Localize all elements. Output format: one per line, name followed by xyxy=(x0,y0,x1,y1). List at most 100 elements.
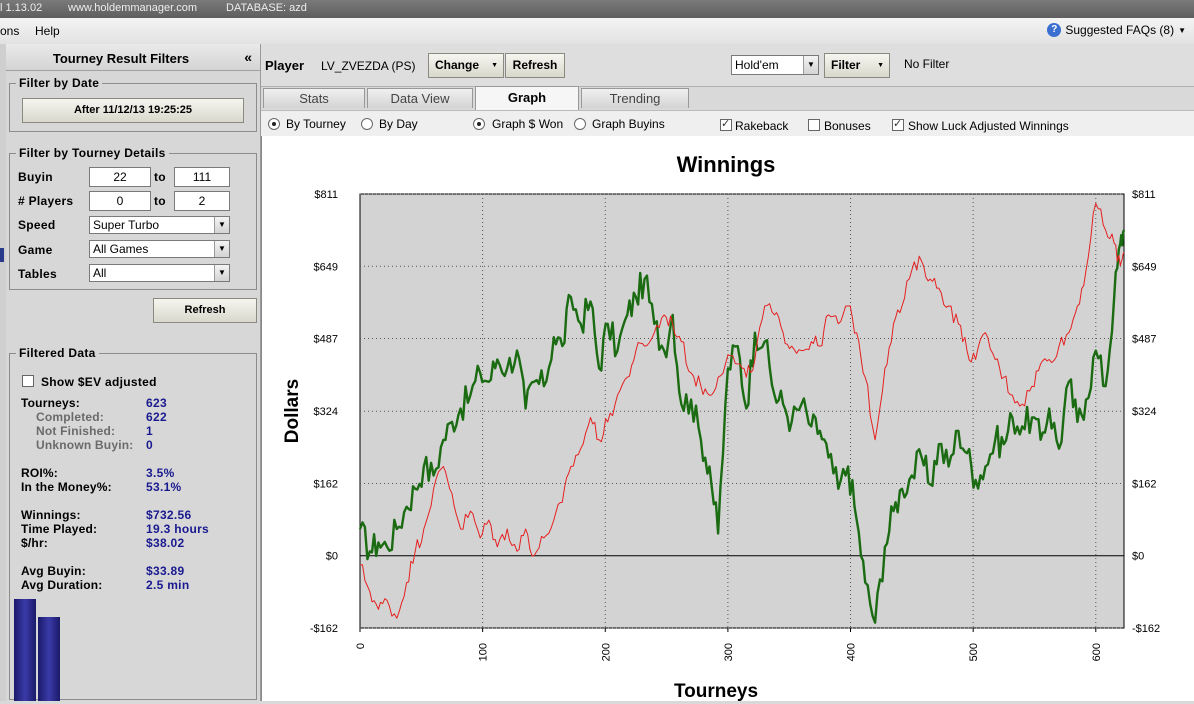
players-from-input[interactable]: 0 xyxy=(89,191,151,211)
game-type-select[interactable]: Hold'em ▼ xyxy=(731,55,819,75)
y-tick-label-left: $162 xyxy=(314,478,338,490)
refresh-player-button[interactable]: Refresh xyxy=(505,53,565,78)
stat-label: $/hr: xyxy=(21,536,49,550)
y-tick-label-right: $324 xyxy=(1132,406,1156,418)
stat-label: Completed: xyxy=(36,410,104,424)
graph-buyins-label: Graph Buyins xyxy=(592,117,665,131)
show-ev-label: Show $EV adjusted xyxy=(41,375,157,389)
bonuses-checkbox[interactable] xyxy=(808,119,820,131)
stat-value: 53.1% xyxy=(146,480,182,494)
chevron-down-icon: ▼ xyxy=(1178,25,1186,35)
chevron-down-icon: ▼ xyxy=(877,62,884,69)
stat-value: 623 xyxy=(146,396,167,410)
tables-label: Tables xyxy=(18,267,57,281)
by-day-radio[interactable] xyxy=(361,118,373,130)
player-bar: Player LV_ZVEZDA (PS) Change ▼ Refresh H… xyxy=(261,44,1194,87)
buyin-from-input[interactable]: 22 xyxy=(89,167,151,187)
stat-label: Time Played: xyxy=(21,522,98,536)
stat-value: $33.89 xyxy=(146,564,185,578)
filter-button[interactable]: Filter ▼ xyxy=(824,53,890,78)
rakeback-checkbox[interactable] xyxy=(720,117,732,131)
y-axis-label: Dollars xyxy=(282,379,303,443)
show-ev-checkbox[interactable] xyxy=(22,375,34,387)
stat-value: $38.02 xyxy=(146,536,185,550)
rakeback-label: Rakeback xyxy=(735,119,789,133)
by-tourney-label: By Tourney xyxy=(286,117,346,131)
tab-data-view[interactable]: Data View xyxy=(367,88,473,108)
stat-label: Tourneys: xyxy=(21,396,80,410)
buyin-to-input[interactable]: 111 xyxy=(174,167,230,187)
graph-won-radio[interactable] xyxy=(473,118,485,130)
date-filter-button[interactable]: After 11/12/13 19:25:25 xyxy=(22,98,244,123)
x-tick-label: 400 xyxy=(846,643,858,661)
y-tick-label-right: $487 xyxy=(1132,334,1156,346)
menu-item-options[interactable]: ons xyxy=(0,24,19,38)
bonuses-label: Bonuses xyxy=(824,119,871,133)
y-tick-label-left: $0 xyxy=(326,551,338,563)
by-day-label: By Day xyxy=(379,117,418,131)
filtered-data-legend: Filtered Data xyxy=(19,346,96,360)
graph-buyins-radio[interactable] xyxy=(574,118,586,130)
graph-panel: Winnings Tourneys Dollars -$162 -$162 $0 $0… xyxy=(261,136,1194,702)
winnings-chart: Winnings Tourneys Dollars -$162 -$162 $0 $0… xyxy=(282,152,1160,702)
refresh-filters-button[interactable]: Refresh xyxy=(153,298,257,323)
graph-won-label: Graph $ Won xyxy=(492,117,564,131)
by-tourney-radio[interactable] xyxy=(268,118,280,130)
game-select[interactable]: All Games ▼ xyxy=(89,240,230,258)
chevron-down-icon: ▼ xyxy=(491,62,498,69)
x-tick-label: 500 xyxy=(968,643,980,661)
stat-value: 622 xyxy=(146,410,167,424)
x-tick-label: 100 xyxy=(478,643,490,661)
stat-label: Avg Buyin: xyxy=(21,564,86,578)
mini-bar xyxy=(38,617,60,701)
menu-item-help[interactable]: Help xyxy=(35,24,60,38)
panel-title: Tourney Result Filters xyxy=(52,51,190,66)
x-tick-label: 600 xyxy=(1091,643,1103,661)
database-label: DATABASE: azd xyxy=(226,2,307,14)
tab-trending[interactable]: Trending xyxy=(581,88,689,108)
stat-value: 0 xyxy=(146,438,153,452)
x-tick-label: 0 xyxy=(355,643,367,649)
show-luck-checkbox[interactable] xyxy=(892,117,904,131)
filter-by-details-legend: Filter by Tourney Details xyxy=(19,146,166,160)
panel-header: Tourney Result Filters « xyxy=(6,44,260,71)
tab-graph[interactable]: Graph xyxy=(475,86,579,110)
suggested-faqs-label: Suggested FAQs (8) xyxy=(1065,23,1175,37)
view-tabs: Stats Data View Graph Trending xyxy=(261,86,1194,110)
mini-bar xyxy=(14,598,36,701)
suggested-faqs[interactable]: ? Suggested FAQs (8) ▼ xyxy=(1047,23,1186,37)
tables-select[interactable]: All ▼ xyxy=(89,264,230,282)
game-select-value: All Games xyxy=(93,242,149,256)
stat-value: 3.5% xyxy=(146,466,175,480)
app-url: www.holdemmanager.com xyxy=(68,2,198,14)
tables-select-value: All xyxy=(93,266,107,280)
y-tick-label-right: $162 xyxy=(1132,478,1156,490)
y-tick-label-left: $649 xyxy=(314,261,338,273)
change-button-label: Change xyxy=(435,58,480,72)
help-icon: ? xyxy=(1047,23,1062,37)
buyin-label: Buyin xyxy=(18,170,53,184)
players-label: # Players xyxy=(18,194,74,208)
app-version: l 1.13.02 xyxy=(0,2,43,14)
y-tick-label-right: -$162 xyxy=(1132,623,1160,635)
speed-select-value: Super Turbo xyxy=(93,218,160,232)
chevron-down-icon: ▼ xyxy=(214,241,229,257)
y-tick-label-left: $487 xyxy=(314,334,338,346)
stat-value: 2.5 min xyxy=(146,578,190,592)
speed-label: Speed xyxy=(18,218,56,232)
game-type-value: Hold'em xyxy=(735,58,779,72)
change-player-button[interactable]: Change ▼ xyxy=(428,53,504,78)
players-to-input[interactable]: 2 xyxy=(174,191,230,211)
game-label: Game xyxy=(18,243,53,257)
x-tick-label: 300 xyxy=(723,643,735,661)
stat-label: Not Finished: xyxy=(36,424,116,438)
speed-select[interactable]: Super Turbo ▼ xyxy=(89,216,230,234)
plot-area xyxy=(359,193,1125,629)
y-tick-label-left: -$162 xyxy=(310,623,338,635)
tab-stats[interactable]: Stats xyxy=(263,88,365,108)
buyin-to-label: to xyxy=(154,170,166,184)
filter-by-date-legend: Filter by Date xyxy=(19,76,100,90)
stat-label: Unknown Buyin: xyxy=(36,438,134,452)
stat-value: $732.56 xyxy=(146,508,192,522)
collapse-panel-button[interactable]: « xyxy=(244,49,252,65)
